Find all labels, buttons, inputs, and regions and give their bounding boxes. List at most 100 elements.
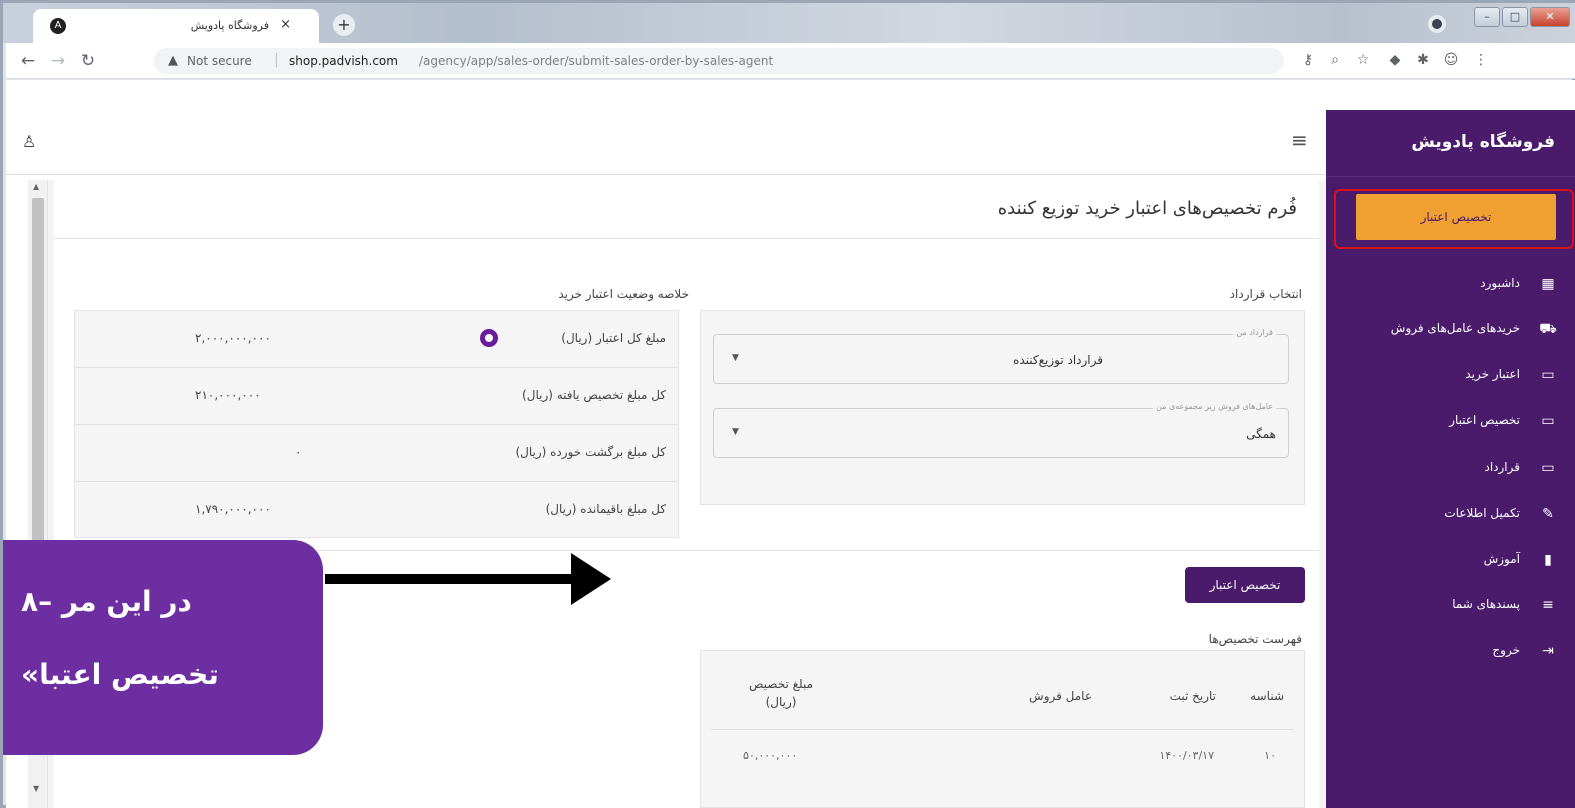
summary-value: ۰: [295, 445, 302, 459]
window-controls: – □ ✕: [1472, 7, 1570, 29]
hamburger-menu-icon[interactable]: ≡: [1291, 128, 1308, 152]
contract-select[interactable]: قرارداد من قرارداد توزیع‌کننده ▼: [713, 328, 1289, 384]
account-icon[interactable]: ☺: [1442, 52, 1460, 68]
brand-title[interactable]: فروشگاه پادویش: [1411, 132, 1555, 152]
field-value: قرارداد توزیع‌کننده: [1013, 353, 1103, 367]
column-header: تاریخ ثبت: [1169, 689, 1216, 703]
sidebar-item-contract[interactable]: ▭ قرارداد: [1326, 449, 1575, 489]
column-header: عامل فروش: [1029, 689, 1092, 703]
summary-title: خلاصه وضعیت اعتبار خرید: [558, 287, 689, 301]
credit-summary-panel: مبلغ کل اعتبار (ریال) ۲,۰۰۰,۰۰۰,۰۰۰ کل م…: [74, 310, 679, 538]
url-host: shop.padvish.com: [289, 54, 398, 68]
scroll-down-icon[interactable]: ▼: [33, 784, 39, 793]
summary-value: ۲۱۰,۰۰۰,۰۰۰: [195, 388, 261, 402]
sidebar-item-purchase-credit[interactable]: ▭ اعتبار خرید: [1326, 356, 1575, 396]
browser-window: A فروشگاه پادویش × + – □ ✕ ← → ↻ ▲ Not s…: [0, 0, 1575, 808]
column-header: شناسه: [1250, 689, 1284, 703]
chevron-down-icon: ▼: [732, 427, 739, 437]
playlist-icon: ≡: [1542, 597, 1554, 613]
column-header: (ریال): [765, 695, 797, 709]
cart-icon: ⛟: [1539, 321, 1557, 337]
pointer-arrow-head-icon: [571, 553, 611, 605]
summary-row: کل مبلغ تخصیص یافته (ریال) ۲۱۰,۰۰۰,۰۰۰: [75, 368, 678, 425]
address-bar[interactable]: ▲ Not secure | shop.padvish.com /agency/…: [154, 48, 1284, 74]
tab-close-icon[interactable]: ×: [280, 17, 291, 32]
reload-icon[interactable]: ↻: [78, 51, 98, 71]
warning-icon: ▲: [168, 53, 178, 68]
security-label: Not secure: [187, 54, 252, 68]
scroll-up-icon[interactable]: ▲: [33, 182, 39, 191]
card-icon: ▭: [1541, 413, 1555, 429]
angular-favicon-icon: A: [50, 18, 66, 34]
extension-icon[interactable]: ◆: [1386, 52, 1404, 68]
sidebar-item-training[interactable]: ▮ آموزش: [1326, 541, 1575, 581]
browser-tab[interactable]: A فروشگاه پادویش ×: [33, 9, 319, 43]
sidebar-item-label: پسندهای شما: [1452, 597, 1520, 611]
maximize-icon[interactable]: □: [1502, 7, 1528, 27]
sidebar-item-logout[interactable]: ⇥ خروج: [1326, 632, 1575, 672]
minimize-icon[interactable]: –: [1474, 7, 1500, 27]
divider: [54, 238, 1319, 239]
pencil-icon: ✎: [1542, 506, 1554, 522]
key-icon[interactable]: ⚷: [1299, 52, 1317, 68]
summary-row: کل مبلغ باقیمانده (ریال) ۱,۷۹۰,۰۰۰,۰۰۰: [75, 482, 678, 539]
sidebar-item-complete-info[interactable]: ✎ تکمیل اطلاعات: [1326, 495, 1575, 535]
contract-section-title: انتخاب قرارداد: [1229, 287, 1302, 301]
sidebar-item-label: قرارداد: [1484, 460, 1520, 474]
summary-label: کل مبلغ تخصیص یافته (ریال): [522, 388, 666, 402]
allocations-table: شناسه تاریخ ثبت عامل فروش مبلغ تخصیص (ری…: [700, 650, 1305, 808]
new-tab-button[interactable]: +: [333, 14, 355, 36]
sidebar-item-credit-allocation[interactable]: ▭ تخصیص اعتبار: [1326, 402, 1575, 442]
tab-bar: A فروشگاه پادویش × + – □ ✕: [3, 3, 1575, 43]
sales-agents-select[interactable]: عامل‌های فروش زیر مجموعه‌ی من همگی ▼: [713, 402, 1289, 458]
allocate-credit-button[interactable]: تخصیص اعتبار: [1185, 567, 1305, 603]
screenshot-root: A فروشگاه پادویش × + – □ ✕ ← → ↻ ▲ Not s…: [0, 0, 1575, 808]
sidebar-item-agent-purchases[interactable]: ⛟ خریدهای عامل‌های فروش: [1326, 310, 1575, 350]
star-icon[interactable]: ☆: [1354, 52, 1372, 68]
allocate-credit-nav-button[interactable]: تخصیص اعتبار: [1356, 194, 1556, 240]
tab-title: فروشگاه پادویش: [190, 19, 269, 32]
logout-icon: ⇥: [1542, 643, 1554, 659]
allocations-title: فهرست تخصیص‌ها: [1208, 632, 1302, 646]
url-path: /agency/app/sales-order/submit-sales-ord…: [419, 54, 774, 68]
callout-line: «تخصیص اعتبا: [21, 658, 219, 691]
book-icon: ▮: [1544, 552, 1552, 568]
table-cell-amount: ۵۰,۰۰۰,۰۰۰: [743, 749, 798, 762]
divider: [1326, 176, 1575, 177]
field-legend: عامل‌های فروش زیر مجموعه‌ی من: [1153, 402, 1276, 411]
forward-icon[interactable]: →: [48, 51, 68, 71]
sidebar-item-label: تکمیل اطلاعات: [1444, 506, 1520, 520]
card-icon: ▭: [1541, 367, 1555, 383]
app-header: ♙ ≡: [6, 110, 1326, 175]
scrollbar-thumb[interactable]: [32, 198, 44, 598]
chevron-down-icon: ▼: [732, 353, 739, 363]
sidebar-item-dashboard[interactable]: ▦ داشبورد: [1326, 265, 1575, 305]
field-legend: قرارداد من: [1233, 328, 1276, 337]
browser-profile-icon[interactable]: [1428, 15, 1446, 33]
puzzle-icon[interactable]: ✱: [1414, 52, 1432, 68]
zoom-icon[interactable]: ⌕: [1326, 52, 1344, 68]
page-title: فُرم تخصیص‌های اعتبار خرید توزیع کننده: [997, 198, 1297, 219]
summary-value: ۲,۰۰۰,۰۰۰,۰۰۰: [195, 331, 271, 345]
column-header: مبلغ تخصیص: [748, 677, 814, 691]
summary-row: مبلغ کل اعتبار (ریال) ۲,۰۰۰,۰۰۰,۰۰۰: [75, 311, 678, 368]
summary-row: کل مبلغ برگشت خورده (ریال) ۰: [75, 425, 678, 482]
callout-line: ۸– در این مر: [21, 585, 192, 618]
table-cell-id: ۱۰: [1264, 749, 1276, 762]
sidebar-item-favorites[interactable]: ≡ پسندهای شما: [1326, 586, 1575, 626]
pointer-arrow-shaft: [325, 574, 571, 584]
url-separator: |: [274, 52, 279, 68]
menu-dots-icon[interactable]: ⋮: [1472, 52, 1490, 68]
back-icon[interactable]: ←: [18, 51, 38, 71]
user-icon[interactable]: ♙: [22, 132, 36, 151]
card-icon: ▭: [1541, 460, 1555, 476]
tutorial-callout: ۸– در این مر «تخصیص اعتبا: [3, 540, 323, 755]
sidebar-item-label: تخصیص اعتبار: [1449, 413, 1520, 427]
close-window-icon[interactable]: ✕: [1530, 7, 1570, 27]
contract-panel: قرارداد من قرارداد توزیع‌کننده ▼ عامل‌ها…: [700, 310, 1305, 505]
sidebar-item-label: خروج: [1492, 643, 1520, 657]
eye-icon[interactable]: [480, 329, 498, 347]
sidebar-item-label: آموزش: [1483, 552, 1520, 566]
sidebar-item-label: داشبورد: [1480, 276, 1520, 290]
sidebar-item-label: خریدهای عامل‌های فروش: [1390, 321, 1520, 335]
